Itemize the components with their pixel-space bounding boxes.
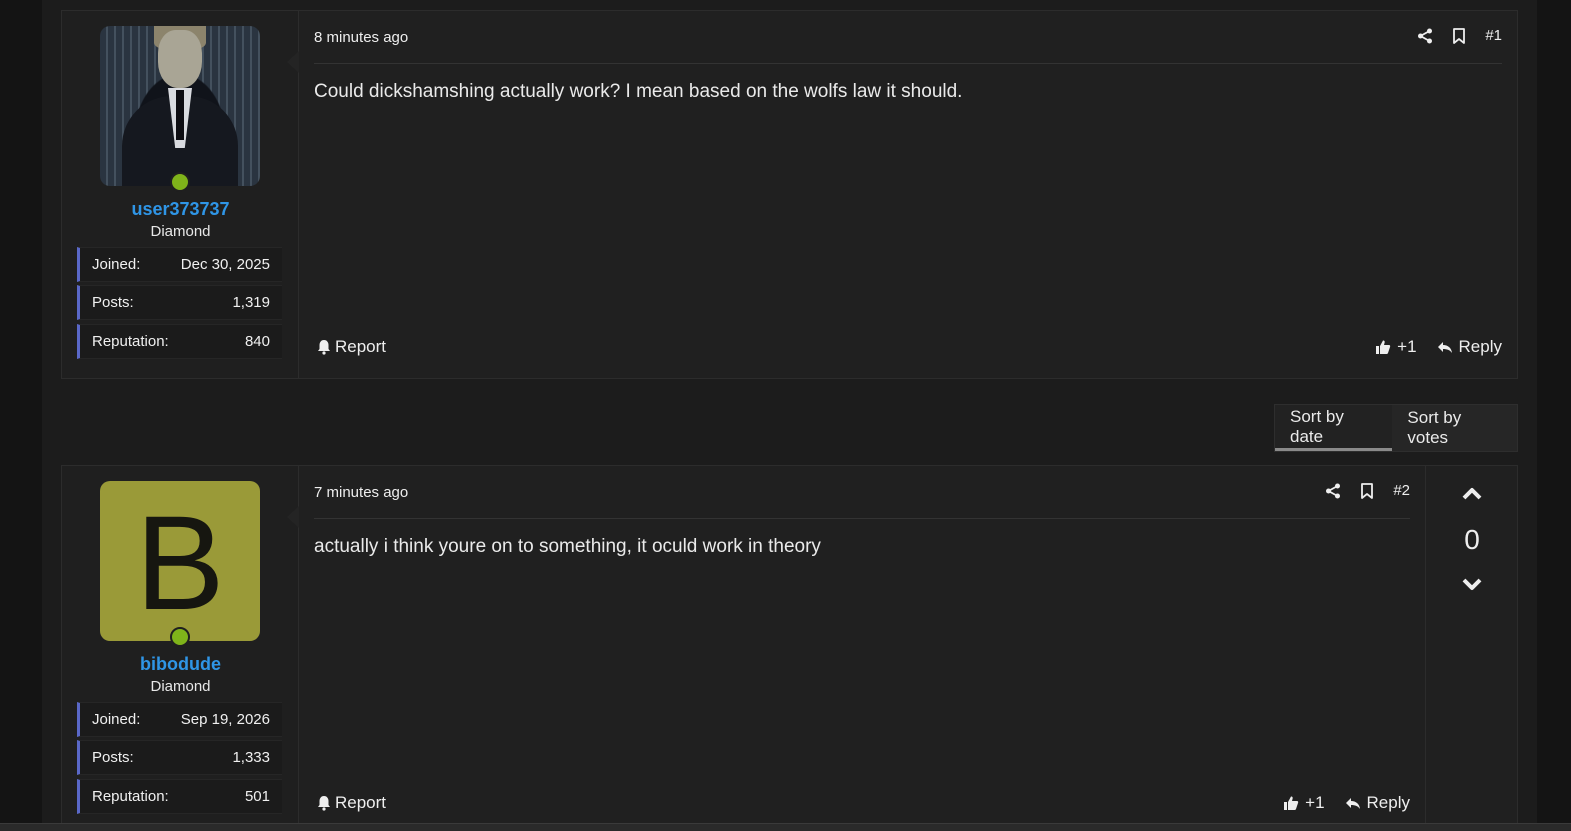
stat-label: Joined: <box>92 711 141 728</box>
post: user373737 Diamond Joined: Dec 30, 2025 … <box>61 10 1518 379</box>
stat-joined: Joined: Sep 19, 2026 <box>77 702 282 737</box>
reply-button[interactable]: Reply <box>1345 793 1410 813</box>
reply-label: Reply <box>1458 337 1502 356</box>
post-number-link[interactable]: #2 <box>1393 482 1410 499</box>
user-title: Diamond <box>150 678 211 695</box>
downvote-icon[interactable] <box>1462 578 1482 592</box>
stat-value: Sep 19, 2026 <box>180 711 270 728</box>
stat-posts: Posts: 1,333 <box>77 740 282 775</box>
report-button[interactable]: Report <box>316 793 386 813</box>
bottom-bar <box>0 823 1571 831</box>
stat-value: 1,319 <box>232 294 270 311</box>
tab-sort-by-votes[interactable]: Sort by votes <box>1392 405 1517 451</box>
vote-count: 0 <box>1464 524 1480 555</box>
share-icon[interactable] <box>1417 28 1433 44</box>
post-actions: +1 Reply <box>1283 793 1410 813</box>
stat-label: Reputation: <box>92 333 169 350</box>
report-button[interactable]: Report <box>316 337 386 357</box>
thumbs-up-icon <box>1376 340 1391 354</box>
divider <box>314 63 1502 64</box>
like-button[interactable]: +1 <box>1375 337 1417 357</box>
like-button[interactable]: +1 <box>1283 793 1325 813</box>
reply-label: Reply <box>1366 793 1410 812</box>
bookmark-icon[interactable] <box>1451 27 1467 44</box>
post-message: Could dickshamshing actually work? I mea… <box>314 81 963 102</box>
like-count: +1 <box>1397 337 1417 356</box>
post-tools: #2 <box>1325 482 1410 499</box>
post-number-link[interactable]: #1 <box>1485 27 1502 44</box>
report-label: Report <box>335 793 387 812</box>
post: B bibodude Diamond Joined: Sep 19, 2026 … <box>61 465 1518 831</box>
username-link[interactable]: user373737 <box>62 199 299 220</box>
stat-value: 501 <box>244 788 270 805</box>
report-label: Report <box>335 337 387 356</box>
post-tools: #1 <box>1417 27 1502 44</box>
post-content: 7 minutes ago #2 actually i think youre … <box>287 466 1425 831</box>
bell-icon <box>318 796 330 811</box>
user-panel: B bibodude Diamond Joined: Sep 19, 2026 … <box>62 466 299 831</box>
stat-value: Dec 30, 2025 <box>180 256 270 273</box>
post-message: actually i think youre on to something, … <box>314 536 821 557</box>
user-title: Diamond <box>150 223 211 240</box>
online-status-indicator <box>170 172 190 192</box>
thumbs-up-icon <box>1284 796 1299 810</box>
stat-reputation: Reputation: 501 <box>77 779 282 814</box>
reply-icon <box>1345 798 1360 809</box>
share-icon[interactable] <box>1325 483 1341 499</box>
stat-label: Posts: <box>92 749 134 766</box>
reply-button[interactable]: Reply <box>1437 337 1502 357</box>
bell-icon <box>318 340 330 355</box>
stat-label: Reputation: <box>92 788 169 805</box>
avatar[interactable] <box>100 26 260 186</box>
post-content: 8 minutes ago #1 Could dickshamshing act… <box>287 11 1517 378</box>
user-panel: user373737 Diamond Joined: Dec 30, 2025 … <box>62 11 299 378</box>
stat-posts: Posts: 1,319 <box>77 285 282 320</box>
post-timestamp[interactable]: 8 minutes ago <box>314 29 408 46</box>
avatar[interactable]: B <box>100 481 260 641</box>
stat-reputation: Reputation: 840 <box>77 324 282 359</box>
bookmark-icon[interactable] <box>1359 482 1375 499</box>
stat-label: Joined: <box>92 256 141 273</box>
divider <box>314 518 1410 519</box>
username-link[interactable]: bibodude <box>62 654 299 675</box>
stat-label: Posts: <box>92 294 134 311</box>
tab-sort-by-date[interactable]: Sort by date <box>1275 405 1393 451</box>
upvote-icon[interactable] <box>1462 486 1482 500</box>
stat-joined: Joined: Dec 30, 2025 <box>77 247 282 282</box>
stat-value: 1,333 <box>232 749 270 766</box>
online-status-indicator <box>170 627 190 647</box>
reply-icon <box>1437 342 1452 353</box>
post-timestamp[interactable]: 7 minutes ago <box>314 484 408 501</box>
stat-value: 840 <box>244 333 270 350</box>
post-actions: +1 Reply <box>1375 337 1502 357</box>
like-count: +1 <box>1305 793 1325 812</box>
vote-panel: 0 <box>1425 466 1517 831</box>
sort-tabs: Sort by date Sort by votes <box>1274 404 1518 452</box>
